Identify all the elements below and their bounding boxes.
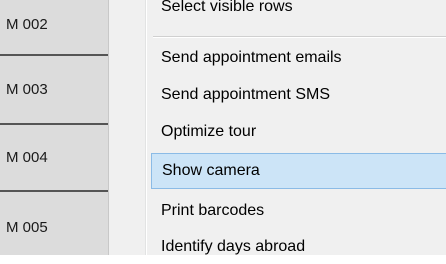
row-header-m002[interactable]: M 002 xyxy=(0,0,108,56)
menu-item-optimize-tour[interactable]: Optimize tour xyxy=(109,115,446,149)
menu-item-label: Show camera xyxy=(162,162,260,179)
menu-item-print-barcodes[interactable]: Print barcodes xyxy=(109,194,446,228)
menu-item-select-visible-rows[interactable]: Select visible rows xyxy=(109,0,446,22)
menu-item-label: Print barcodes xyxy=(161,202,265,219)
menu-separator xyxy=(153,36,446,38)
menu-item-show-camera[interactable]: Show camera xyxy=(151,153,446,189)
context-menu: Select visible rows Send appointment ema… xyxy=(108,0,446,255)
row-header-label: M 005 xyxy=(6,218,48,236)
row-header-m004[interactable]: M 004 xyxy=(0,125,108,192)
menu-item-send-appointment-emails[interactable]: Send appointment emails xyxy=(109,41,446,75)
row-header-m005[interactable]: M 005 xyxy=(0,192,108,262)
menu-item-label: Select visible rows xyxy=(161,0,293,15)
row-header-m003[interactable]: M 003 xyxy=(0,56,108,125)
menu-item-send-appointment-sms[interactable]: Send appointment SMS xyxy=(109,78,446,112)
row-header-label: M 003 xyxy=(6,81,48,98)
menu-item-label: Identify days abroad xyxy=(161,238,306,255)
row-header-label: M 004 xyxy=(6,149,48,166)
menu-item-label: Send appointment SMS xyxy=(161,86,330,103)
menu-item-label: Send appointment emails xyxy=(161,49,342,66)
row-header-label: M 002 xyxy=(6,16,48,33)
menu-item-identify-days-abroad[interactable]: Identify days abroad xyxy=(109,230,446,264)
row-header-column: M 002 M 003 M 004 M 005 xyxy=(0,0,108,255)
menu-item-label: Optimize tour xyxy=(161,123,257,140)
